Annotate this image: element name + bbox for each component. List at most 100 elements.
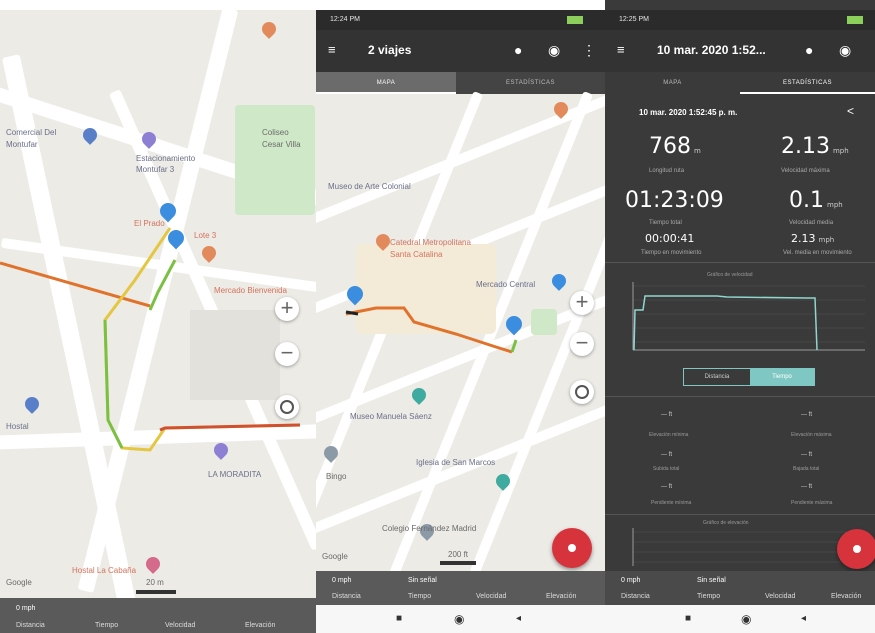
tab-stats[interactable]: ESTADÍSTICAS <box>456 72 605 94</box>
home-icon[interactable]: ◉ <box>454 612 464 626</box>
zoom-out-button[interactable]: − <box>275 342 299 366</box>
route-green-segment <box>148 259 177 311</box>
bottom-stats-bar: 0 mph Distancia Tiempo Velocidad Elevaci… <box>0 598 316 633</box>
bottom-stats-bar: 0 mph Sin señal Distancia Tiempo Velocid… <box>316 571 605 605</box>
map-label: Hostal <box>6 422 29 431</box>
map-label: Montufar 3 <box>136 165 175 174</box>
record-button[interactable] <box>552 528 592 568</box>
caption-speed: Velocidad <box>765 593 796 600</box>
zoom-out-button[interactable]: − <box>570 332 594 356</box>
map-label: Iglesia de San Marcos <box>416 458 496 467</box>
max-grade-value: — ft <box>801 484 813 490</box>
avg-speed-number: 0.1 <box>789 188 824 213</box>
share-icon[interactable]: < <box>847 104 854 118</box>
android-nav-bar: ■ ◉ ◂ <box>605 605 875 633</box>
my-location-button[interactable] <box>275 395 299 419</box>
max-speed-number: 2.13 <box>781 134 830 159</box>
caption-distance: Distancia <box>621 593 650 600</box>
more-vert-icon[interactable]: ⋮ <box>582 42 596 59</box>
map-scale: 200 ft <box>448 550 469 559</box>
menu-icon[interactable]: ≡ <box>328 42 336 57</box>
map-label: Hostal La Cabaña <box>72 566 137 575</box>
toggle-distance[interactable]: Distancia <box>684 369 750 385</box>
scale-bar <box>440 561 476 565</box>
android-nav-bar: ■ ◉ ◂ <box>316 605 605 633</box>
min-elevation-value: — ft <box>661 412 673 418</box>
trip-date-header: 10 mar. 2020 1:52:45 p. m. <box>639 108 738 117</box>
status-bar: 12:24 PM <box>316 10 605 30</box>
max-speed-value: 2.13 mph <box>781 134 849 159</box>
speed-value: 0 mph <box>16 605 36 612</box>
location-icon[interactable]: ● <box>514 42 522 58</box>
total-descent-caption: Bajada total <box>793 466 820 472</box>
battery-icon <box>567 16 583 24</box>
unit-toggle: Distancia Tiempo <box>683 368 815 386</box>
record-button[interactable] <box>837 529 875 569</box>
target-icon <box>280 400 294 414</box>
route-green-segment <box>510 339 518 353</box>
recent-apps-icon[interactable]: ■ <box>685 613 691 624</box>
status-time: 12:25 PM <box>619 16 649 23</box>
max-speed-unit: mph <box>832 147 849 155</box>
moving-speed-number: 2.13 <box>791 232 816 245</box>
zoom-in-button[interactable]: + <box>275 297 299 321</box>
screenshot-collage: Comercial Del Montufar Estacionamiento M… <box>0 0 875 633</box>
toggle-time[interactable]: Tiempo <box>750 369 814 385</box>
min-grade-value: — ft <box>661 484 673 490</box>
gps-status: Sin señal <box>408 577 437 584</box>
google-logo: Google <box>6 578 32 587</box>
home-icon[interactable]: ◉ <box>741 612 751 626</box>
moving-speed-value: 2.13 mph <box>791 232 834 245</box>
tab-map[interactable]: MAPA <box>605 72 740 94</box>
menu-icon[interactable]: ≡ <box>617 42 625 57</box>
divider <box>605 262 875 263</box>
caption-time: Tiempo <box>408 593 432 600</box>
caption-distance: Distancia <box>16 622 45 629</box>
middle-screen: 12:24 PM ≡ 2 viajes ● ◉ ⋮ MAPA ESTADÍSTI… <box>316 0 605 633</box>
map-view[interactable]: Museo de Arte Colonial Catedral Metropol… <box>316 91 605 577</box>
tab-bar: MAPA ESTADÍSTICAS <box>605 72 875 94</box>
speed-value: 0 mph <box>332 577 352 584</box>
zoom-in-button[interactable]: + <box>570 291 594 315</box>
eye-icon[interactable]: ◉ <box>839 42 851 59</box>
record-icon <box>568 544 576 552</box>
total-climb-caption: Subida total <box>653 466 680 472</box>
elevation-chart-svg <box>632 528 865 566</box>
caption-distance: Distancia <box>332 593 361 600</box>
max-elevation-caption: Elevación máxima <box>791 432 832 438</box>
left-screen: Comercial Del Montufar Estacionamiento M… <box>0 0 316 633</box>
location-icon[interactable]: ● <box>805 42 813 58</box>
caption-elevation: Elevación <box>245 622 276 629</box>
recent-apps-icon[interactable]: ■ <box>396 613 402 624</box>
map-label: Museo Manuela Sáenz <box>350 412 432 421</box>
back-icon[interactable]: ◂ <box>801 613 806 624</box>
my-location-button[interactable] <box>570 380 594 404</box>
avg-speed-unit: mph <box>827 201 843 209</box>
total-time-caption: Tiempo total <box>649 220 682 226</box>
max-grade-caption: Pendiente máxima <box>791 500 833 506</box>
route-green-segment <box>103 319 124 449</box>
distance-caption: Longitud ruta <box>649 168 685 174</box>
map-label: Cesar Villa <box>262 140 301 149</box>
app-title: 10 mar. 2020 1:52... <box>657 43 766 57</box>
elevation-chart: Gráfico de elevación <box>617 518 865 570</box>
total-time-value: 01:23:09 <box>625 188 724 213</box>
map-view[interactable]: Comercial Del Montufar Estacionamiento M… <box>0 6 316 606</box>
map-scale: 20 m <box>146 578 164 587</box>
max-elevation-value: — ft <box>801 412 813 418</box>
tab-map[interactable]: MAPA <box>316 72 456 94</box>
tab-stats[interactable]: ESTADÍSTICAS <box>740 72 875 94</box>
map-label: LA MORADITA <box>208 470 262 479</box>
route-start-marker <box>345 310 359 316</box>
eye-icon[interactable]: ◉ <box>548 42 560 59</box>
back-icon[interactable]: ◂ <box>516 613 521 624</box>
target-icon <box>575 385 589 399</box>
caption-time: Tiempo <box>95 622 119 629</box>
grid-lines <box>633 531 865 563</box>
map-label: Mercado Central <box>476 280 536 289</box>
map-label: Catedral Metropolitana <box>390 238 471 247</box>
moving-time-value: 00:00:41 <box>645 232 695 245</box>
map-label: Montufar <box>6 140 38 149</box>
caption-speed: Velocidad <box>476 593 507 600</box>
record-icon <box>853 545 861 553</box>
